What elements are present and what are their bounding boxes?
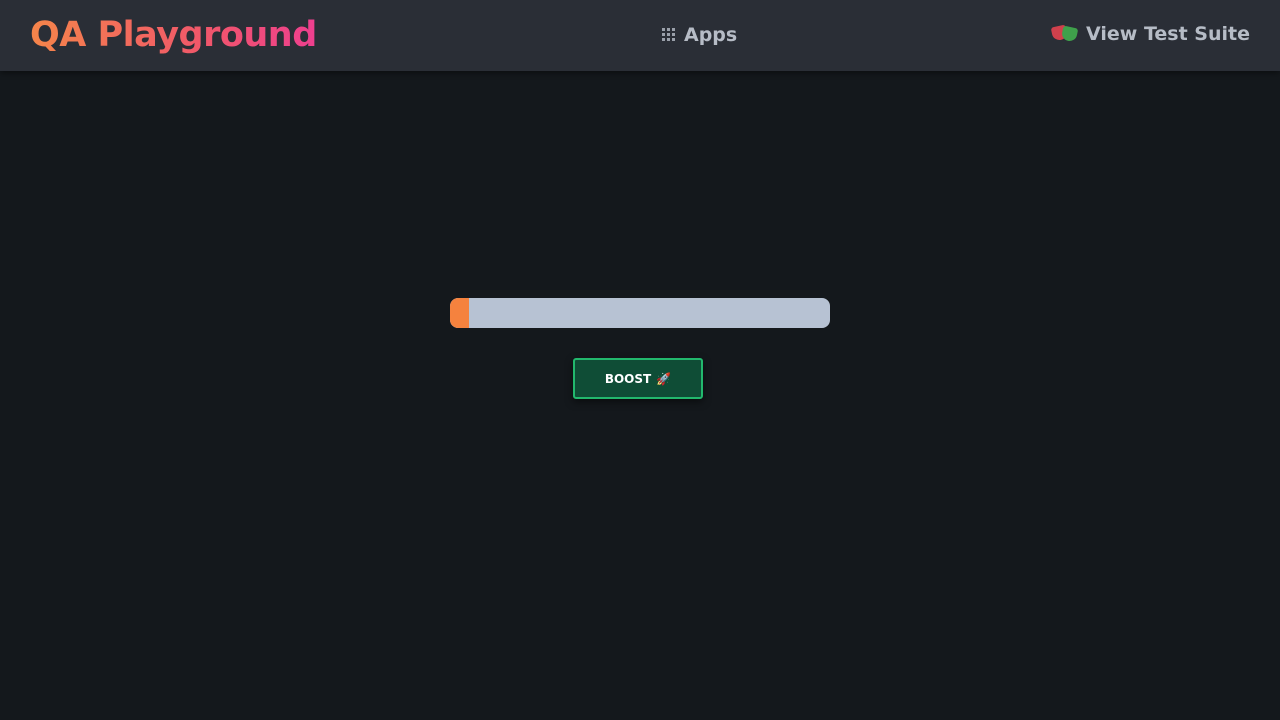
rocket-icon: 🚀: [656, 371, 672, 386]
brand-logo-text[interactable]: QA Playground: [30, 12, 317, 58]
progress-bar-fill: [450, 298, 469, 328]
boost-button-label: BOOST: [604, 371, 652, 386]
progress-bar: [450, 298, 830, 328]
apps-nav-link[interactable]: Apps: [662, 21, 737, 49]
apps-nav-label: Apps: [684, 24, 738, 46]
grid-icon: [662, 27, 677, 43]
top-navbar: QA Playground Apps View Test Suite: [0, 0, 1280, 71]
main-content: BOOST 🚀: [0, 71, 1280, 720]
view-test-suite-label: View Test Suite: [1086, 23, 1250, 45]
boost-button[interactable]: BOOST 🚀: [573, 358, 703, 399]
view-test-suite-link[interactable]: View Test Suite: [1050, 20, 1250, 48]
theater-masks-icon: [1050, 24, 1079, 44]
